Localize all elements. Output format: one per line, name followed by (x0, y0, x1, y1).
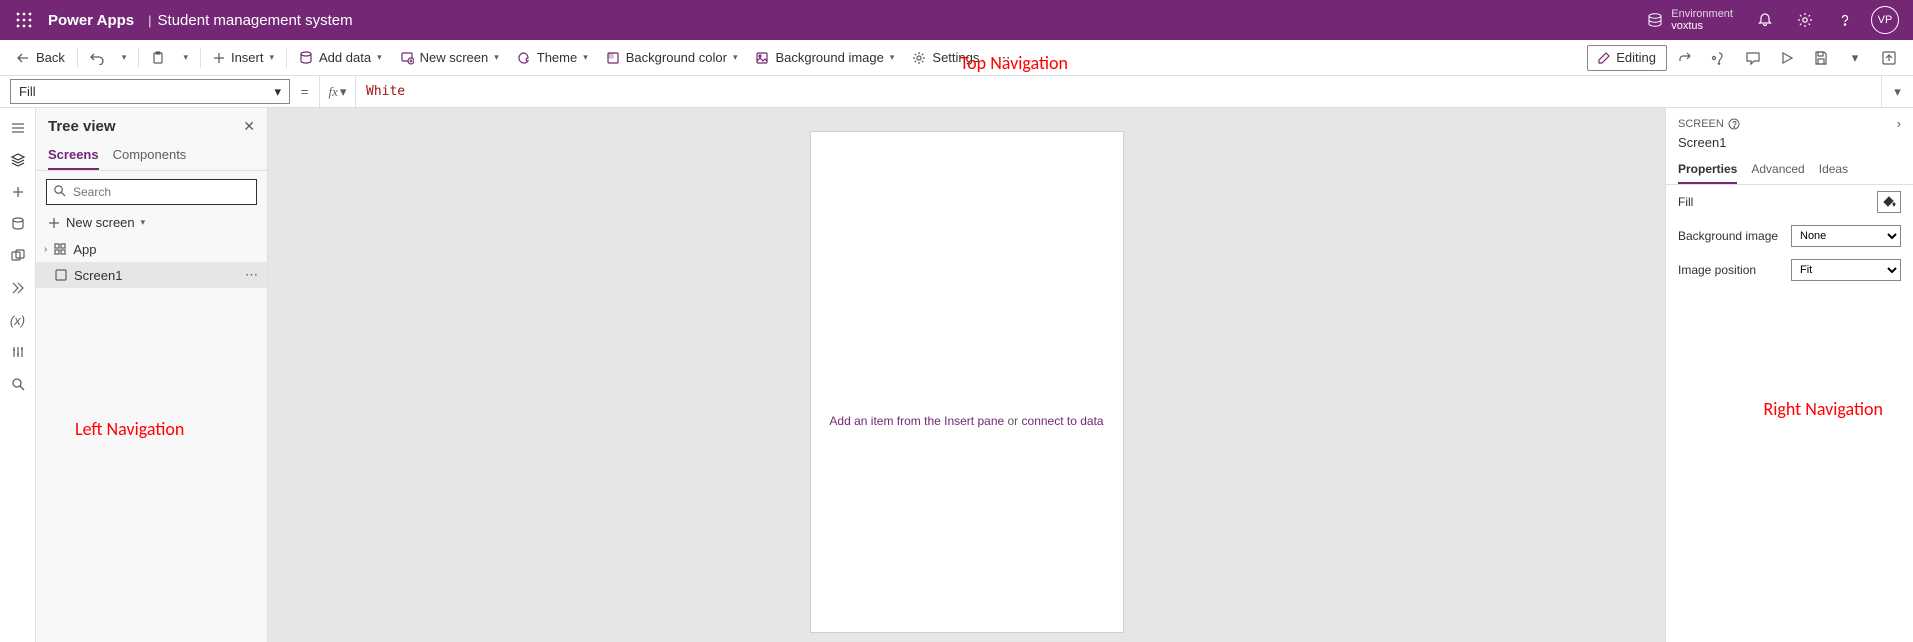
bg-color-button[interactable]: Background color▾ (598, 42, 746, 74)
new-screen-button[interactable]: New screen▾ (392, 42, 507, 74)
help-icon[interactable] (1825, 0, 1865, 40)
canvas-placeholder: Add an item from the Insert pane or conn… (811, 414, 1123, 428)
tree-view-icon[interactable] (0, 144, 36, 176)
save-icon[interactable] (1805, 42, 1837, 74)
undo-dropdown[interactable]: ▾ (114, 42, 135, 74)
tree-node-screen1[interactable]: Screen1 ⋯ (36, 262, 267, 288)
env-label: Environment (1671, 8, 1733, 20)
user-avatar[interactable]: VP (1871, 6, 1899, 34)
app-header: Power Apps | Student management system E… (0, 0, 1913, 40)
fx-button[interactable]: fx▾ (320, 76, 356, 107)
share-icon[interactable] (1669, 42, 1701, 74)
tab-components[interactable]: Components (113, 141, 187, 170)
paste-button[interactable] (143, 42, 173, 74)
search-icon (53, 184, 66, 197)
add-data-button[interactable]: Add data▾ (291, 42, 390, 74)
screen-canvas[interactable]: Add an item from the Insert pane or conn… (811, 132, 1123, 632)
comments-icon[interactable] (1737, 42, 1769, 74)
prop-imgpos-label: Image position (1678, 263, 1756, 277)
settings-gear-icon[interactable] (1785, 0, 1825, 40)
search-rail-icon[interactable] (0, 368, 36, 400)
close-icon[interactable]: ✕ (243, 118, 255, 135)
canvas-area: Add an item from the Insert pane or conn… (268, 108, 1665, 642)
left-rail: (x) (0, 108, 36, 642)
tab-ideas[interactable]: Ideas (1819, 156, 1848, 184)
flows-rail-icon[interactable] (0, 272, 36, 304)
theme-button[interactable]: Theme▾ (509, 42, 596, 74)
tree-title: Tree view (48, 118, 116, 135)
environment-picker[interactable]: Environment voxtus (1647, 8, 1733, 32)
undo-button[interactable] (82, 42, 112, 74)
app-checker-icon[interactable] (1703, 42, 1735, 74)
formula-input[interactable] (356, 76, 1881, 107)
property-selector[interactable]: Fill ▾ (10, 79, 290, 104)
img-pos-select[interactable]: Fit (1791, 259, 1901, 281)
header-separator: | (142, 13, 157, 28)
tab-properties[interactable]: Properties (1678, 156, 1737, 184)
tools-rail-icon[interactable] (0, 336, 36, 368)
paste-dropdown[interactable]: ▾ (175, 42, 196, 74)
editing-mode-button[interactable]: Editing (1587, 45, 1667, 71)
prop-bgimage-label: Background image (1678, 229, 1778, 243)
properties-panel: SCREEN › Screen1 Properties Advanced Ide… (1665, 108, 1913, 642)
back-button[interactable]: Back (8, 42, 73, 74)
notifications-icon[interactable] (1745, 0, 1785, 40)
hamburger-icon[interactable] (0, 112, 36, 144)
bg-image-select[interactable]: None (1791, 225, 1901, 247)
command-bar: Back ▾ ▾ Insert▾ Add data▾ New screen▾ T… (0, 40, 1913, 76)
tab-advanced[interactable]: Advanced (1751, 156, 1804, 184)
insert-button[interactable]: Insert▾ (205, 42, 282, 74)
settings-button[interactable]: Settings (904, 42, 987, 74)
bg-image-button[interactable]: Background image▾ (747, 42, 902, 74)
insert-pane-link[interactable]: Add an item from the Insert pane (829, 414, 1004, 428)
brand-label[interactable]: Power Apps (40, 12, 142, 29)
equals-label: = (290, 76, 320, 107)
tree-view-panel: Tree view ✕ Screens Components New scree… (36, 108, 268, 642)
expand-formula-icon[interactable]: ▾ (1881, 76, 1913, 107)
publish-icon[interactable] (1873, 42, 1905, 74)
insert-rail-icon[interactable] (0, 176, 36, 208)
data-rail-icon[interactable] (0, 208, 36, 240)
overflow-button[interactable]: ⋯ (989, 42, 1018, 74)
media-rail-icon[interactable] (0, 240, 36, 272)
app-launcher-icon[interactable] (8, 4, 40, 36)
tree-search-input[interactable] (46, 179, 257, 205)
connect-data-link[interactable]: connect to data (1022, 414, 1104, 428)
fill-color-button[interactable] (1877, 191, 1901, 213)
prop-fill-label: Fill (1678, 195, 1693, 209)
node-more-icon[interactable]: ⋯ (245, 267, 259, 283)
app-name: Student management system (158, 12, 353, 29)
screen-heading: SCREEN (1678, 118, 1740, 130)
variables-rail-icon[interactable]: (x) (0, 304, 36, 336)
chevron-right-icon[interactable]: › (1897, 116, 1901, 131)
selected-name: Screen1 (1666, 135, 1913, 156)
preview-icon[interactable] (1771, 42, 1803, 74)
tab-screens[interactable]: Screens (48, 141, 99, 170)
tree-node-app[interactable]: › App (36, 236, 267, 262)
chevron-down-icon: ▾ (274, 84, 281, 100)
new-screen-tree-button[interactable]: New screen ▾ (36, 209, 267, 236)
env-name: voxtus (1671, 20, 1733, 32)
formula-bar: Fill ▾ = fx▾ ▾ (0, 76, 1913, 108)
save-dropdown[interactable]: ▾ (1839, 42, 1871, 74)
